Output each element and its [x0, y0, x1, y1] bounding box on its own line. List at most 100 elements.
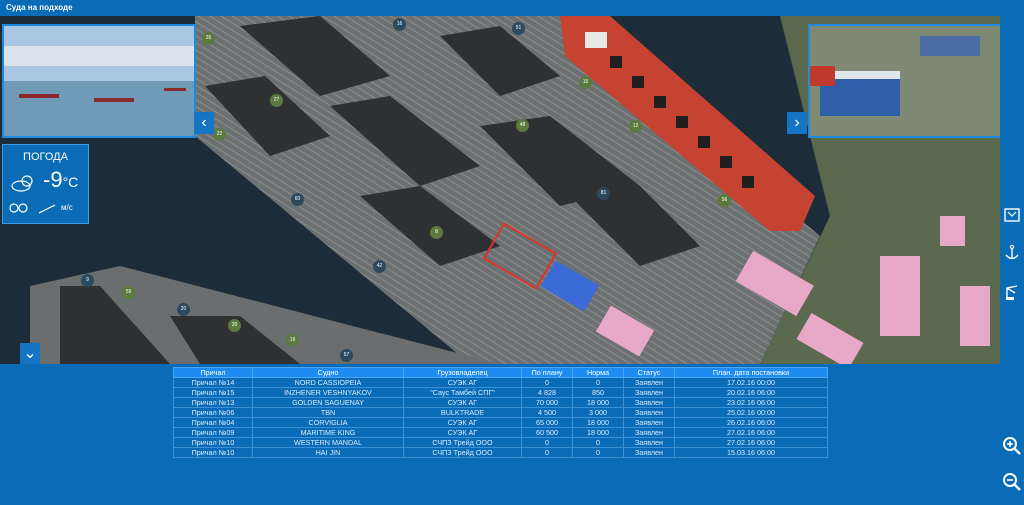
port-photo-left	[2, 24, 196, 138]
table-cell: MARITIME KING	[252, 427, 404, 438]
table-cell: Заявлен	[623, 427, 675, 438]
table-cell: 0	[572, 437, 624, 448]
table-cell: СЧПЗ Трейд ООО	[403, 447, 522, 458]
table-row[interactable]: Причал №14 NORD CASSIOPEIA СУЭК АГ 0 0 Заявле…	[173, 377, 828, 388]
cloud-sun-icon	[11, 175, 33, 192]
berth-marker[interactable]: 59	[122, 286, 135, 299]
column-header[interactable]: Грузовладелец	[403, 367, 522, 378]
berth-marker[interactable]: 12	[629, 120, 642, 133]
table-cell: 25.02.16 00:00	[674, 407, 828, 418]
table-cell: TBN	[252, 407, 404, 418]
table-cell: BULKTRADE	[403, 407, 522, 418]
zoom-out-icon[interactable]	[1002, 472, 1022, 492]
table-cell: Заявлен	[623, 377, 675, 388]
table-cell: СУЭК АГ	[403, 427, 522, 438]
berth-marker[interactable]: 57	[340, 349, 353, 362]
table-cell: Заявлен	[623, 387, 675, 398]
table-cell: 0	[521, 377, 573, 388]
table-cell: Причал №14	[173, 377, 253, 388]
table-cell: HAI JIN	[252, 447, 404, 458]
table-cell: Причал №15	[173, 387, 253, 398]
table-row[interactable]: Причал №15 INZHENER VESHNYAKOV "Саус Тамбе…	[173, 387, 828, 398]
table-row[interactable]: Причал №13 GOLDEN SAGUENAY СУЭК АГ 70 000 18…	[173, 397, 828, 408]
table-cell: 18 000	[572, 417, 624, 428]
table-row[interactable]: Причал №10 WESTERN MANDAL СЧПЗ Трейд ООО 0 0…	[173, 437, 828, 448]
table-cell: 0	[572, 447, 624, 458]
table-cell: Заявлен	[623, 417, 675, 428]
table-row[interactable]: Причал №10 HAI JIN СЧПЗ Трейд ООО 0 0 Заявлен…	[173, 447, 828, 458]
berth-marker[interactable]: 20	[228, 319, 241, 332]
berth-marker[interactable]: 15	[579, 76, 592, 89]
table-cell: Причал №10	[173, 447, 253, 458]
table-row[interactable]: Причал №04 CORVIGLIA СУЭК АГ 65 000 18 000 За…	[173, 417, 828, 428]
table-cell: СУЭК АГ	[403, 377, 522, 388]
next-photo-button[interactable]: ›	[787, 112, 807, 134]
berth-marker[interactable]: 9	[81, 274, 94, 287]
berth-marker[interactable]: 48	[516, 119, 529, 132]
table-cell: NORD CASSIOPEIA	[252, 377, 404, 388]
photo-image	[4, 26, 194, 136]
collapse-panel-button[interactable]: ⌄	[20, 343, 40, 365]
table-cell: 4 828	[521, 387, 573, 398]
weather-panel: ПОГОДА -9°C м/с	[2, 144, 89, 224]
table-cell: 70 000	[521, 397, 573, 408]
table-cell: 17.02.16 00:00	[674, 377, 828, 388]
photo-image	[810, 26, 1000, 136]
table-cell: 65 000	[521, 417, 573, 428]
temperature-value: -9°C	[43, 167, 79, 192]
table-cell: GOLDEN SAGUENAY	[252, 397, 404, 408]
table-cell: 4 500	[521, 407, 573, 418]
table-cell: 26.02.16 06:00	[674, 417, 828, 428]
column-header[interactable]: Судно	[252, 367, 404, 378]
berth-marker[interactable]: 19	[286, 334, 299, 347]
table-cell: "Саус Тамбей СПГ"	[403, 387, 522, 398]
table-cell: 850	[572, 387, 624, 398]
berth-marker[interactable]: 81	[597, 187, 610, 200]
berth-marker[interactable]: 42	[373, 260, 386, 273]
column-header[interactable]: Норма	[572, 367, 624, 378]
weather-label: ПОГОДА	[23, 151, 68, 163]
table-cell: 18 000	[572, 427, 624, 438]
column-header[interactable]: Статус	[623, 367, 675, 378]
map-icon[interactable]	[1003, 206, 1021, 224]
wind-gauge-icon	[9, 203, 28, 213]
berth-marker[interactable]: 22	[213, 128, 226, 141]
berth-marker[interactable]: 20	[177, 303, 190, 316]
table-cell: Заявлен	[623, 407, 675, 418]
table-cell: Заявлен	[623, 447, 675, 458]
berth-marker[interactable]: 56	[718, 194, 731, 207]
table-cell: 0	[521, 447, 573, 458]
berth-marker[interactable]: 26	[202, 32, 215, 45]
wind-direction-icon	[38, 204, 56, 214]
table-cell: 20.02.16 06:00	[674, 387, 828, 398]
berth-marker[interactable]: 51	[512, 22, 525, 35]
table-row[interactable]: Причал №06 TBN BULKTRADE 4 500 3 000 Заявлен 2…	[173, 407, 828, 418]
table-header-row: Причал Судно Грузовладелец По плану Норм…	[173, 367, 828, 378]
wind-unit: м/с	[61, 203, 73, 212]
berth-marker[interactable]: 16	[393, 18, 406, 31]
table-cell: 60 500	[521, 427, 573, 438]
table-cell: СЧПЗ Трейд ООО	[403, 437, 522, 448]
table-cell: 3 000	[572, 407, 624, 418]
berth-marker[interactable]: 27	[270, 94, 283, 107]
table-cell: Заявлен	[623, 437, 675, 448]
prev-photo-button[interactable]: ‹	[194, 112, 214, 134]
berth-marker[interactable]: 60	[291, 193, 304, 206]
table-cell: СУЭК АГ	[403, 417, 522, 428]
column-header[interactable]: Причал	[173, 367, 253, 378]
zoom-in-icon[interactable]	[1002, 436, 1022, 456]
title-bar: Суда на подходе	[0, 0, 1024, 16]
table-cell: Причал №09	[173, 427, 253, 438]
crane-icon[interactable]	[1003, 283, 1021, 301]
table-row[interactable]: Причал №09 MARITIME KING СУЭК АГ 60 500 18 0…	[173, 427, 828, 438]
table-cell: CORVIGLIA	[252, 417, 404, 428]
table-cell: 18 000	[572, 397, 624, 408]
column-header[interactable]: По плану	[521, 367, 573, 378]
table-cell: Причал №10	[173, 437, 253, 448]
table-cell: СУЭК АГ	[403, 397, 522, 408]
berth-marker[interactable]: 8	[430, 226, 443, 239]
column-header[interactable]: План. дата постановки	[674, 367, 828, 378]
table-cell: 23.02.16 06:00	[674, 397, 828, 408]
anchor-icon[interactable]	[1003, 244, 1021, 262]
table-cell: 27.02.16 06:00	[674, 437, 828, 448]
